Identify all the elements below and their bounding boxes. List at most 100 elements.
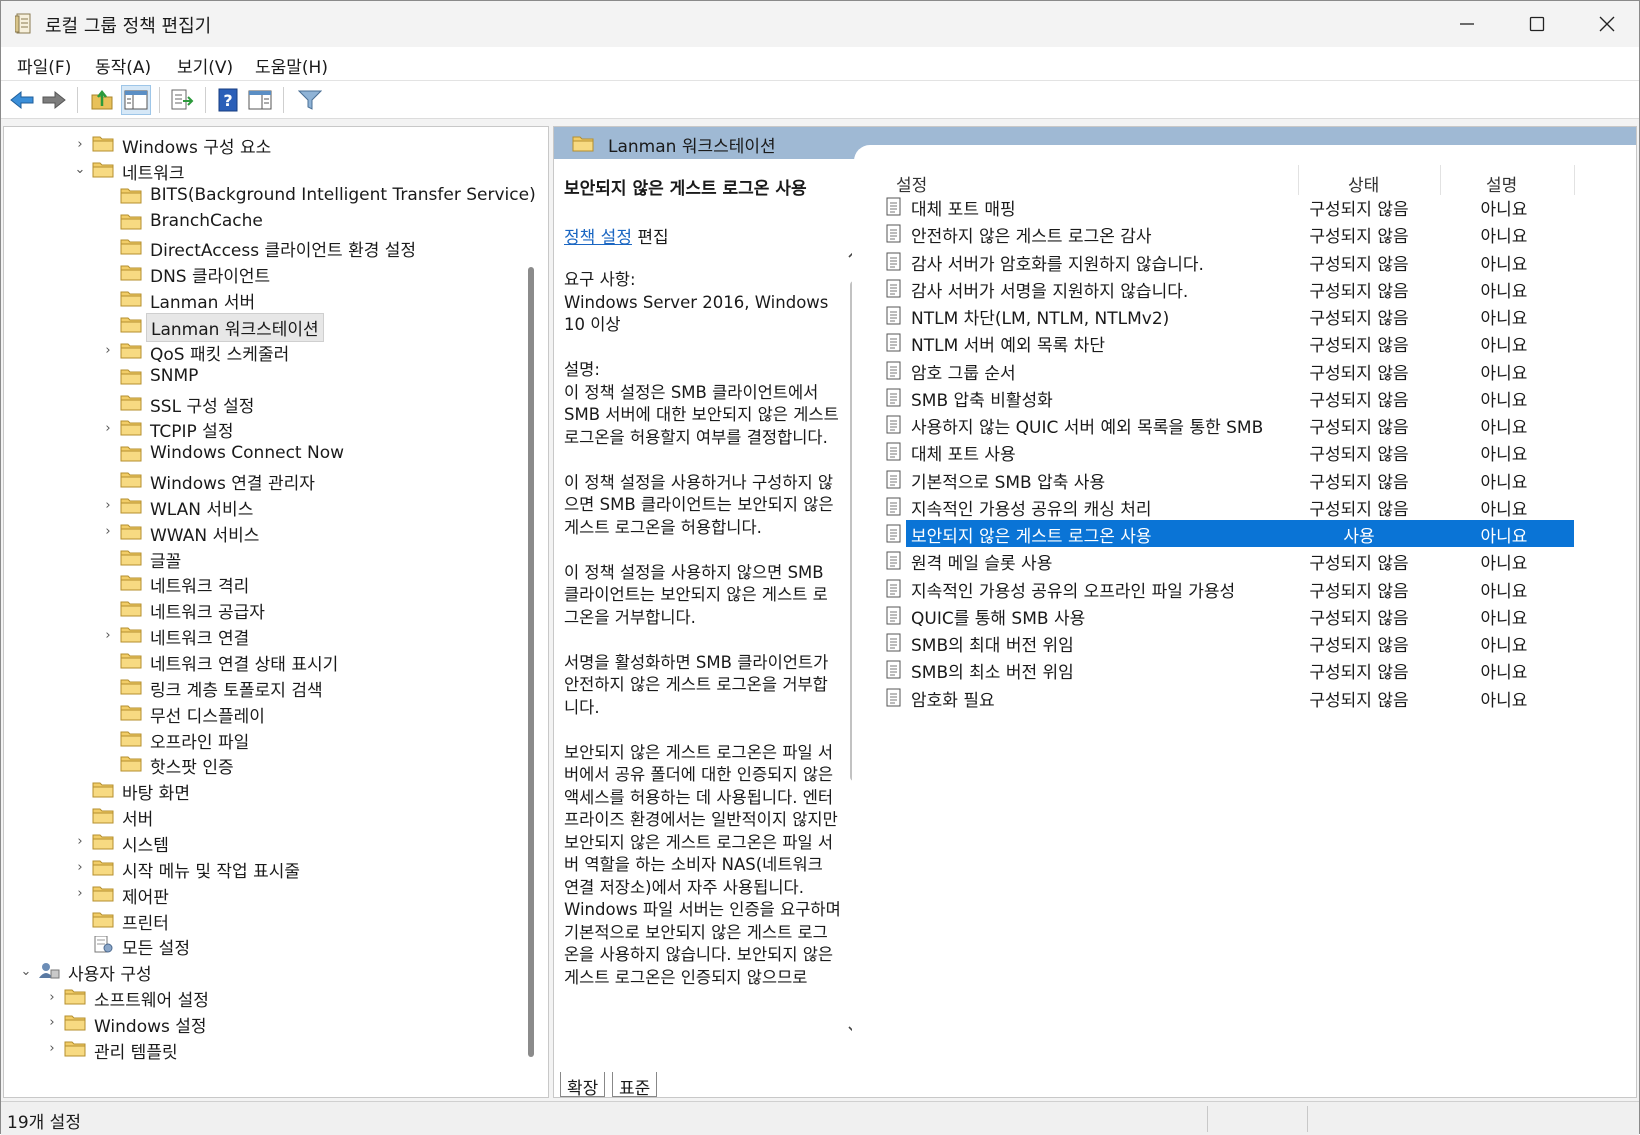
- settings-row[interactable]: 지속적인 가용성 공유의 오프라인 파일 가용성 구성되지 않음 아니요: [874, 575, 1574, 602]
- tree-item[interactable]: 바탕 화면: [4, 777, 524, 805]
- tab-extended[interactable]: 확장: [560, 1072, 606, 1097]
- tree-item[interactable]: Lanman 서버: [4, 286, 524, 314]
- minimize-button[interactable]: [1432, 1, 1502, 47]
- tree-item[interactable]: › 소프트웨어 설정: [4, 984, 524, 1012]
- export-list-button[interactable]: [167, 85, 197, 115]
- scroll-up-icon[interactable]: [846, 245, 852, 263]
- settings-row[interactable]: 암호화 필요 구성되지 않음 아니요: [874, 684, 1574, 711]
- tree-scrollbar[interactable]: [528, 267, 534, 1057]
- title-bar[interactable]: 로컬 그룹 정책 편집기: [1, 1, 1639, 47]
- tree-item[interactable]: › 제어판: [4, 881, 524, 909]
- tree-item-label[interactable]: 바탕 화면: [118, 778, 194, 805]
- expand-chevron-icon[interactable]: ›: [44, 989, 60, 1005]
- back-button[interactable]: [7, 85, 37, 115]
- tree-item-label[interactable]: Windows Connect Now: [146, 442, 348, 464]
- settings-row[interactable]: SMB의 최소 버전 위임 구성되지 않음 아니요: [874, 656, 1574, 683]
- tree-item-label[interactable]: 시스템: [118, 830, 173, 857]
- tree-item-label[interactable]: BranchCache: [146, 210, 267, 232]
- settings-row[interactable]: SMB의 최대 버전 위임 구성되지 않음 아니요: [874, 629, 1574, 656]
- settings-row[interactable]: 대체 포트 매핑 구성되지 않음 아니요: [874, 193, 1574, 220]
- tree-item[interactable]: › 관리 템플릿: [4, 1036, 524, 1064]
- up-folder-button[interactable]: [87, 85, 117, 115]
- show-tree-button[interactable]: [121, 85, 151, 115]
- tree-item-label[interactable]: SNMP: [146, 365, 202, 387]
- tree-item[interactable]: ⌄ 사용자 구성: [4, 958, 524, 985]
- tree-item[interactable]: 링크 계층 토폴로지 검색: [4, 674, 524, 701]
- tree-item[interactable]: › Windows 설정: [4, 1010, 524, 1038]
- tree-item[interactable]: 무선 디스플레이: [4, 700, 524, 728]
- description-scrollbar[interactable]: [844, 245, 852, 1059]
- tree-item-label[interactable]: 네트워크 연결: [146, 623, 253, 650]
- column-separator[interactable]: [1298, 165, 1299, 195]
- tree-item[interactable]: Lanman 워크스테이션: [4, 312, 524, 342]
- expand-chevron-icon[interactable]: ›: [100, 498, 116, 514]
- tree-item[interactable]: › 시스템: [4, 829, 524, 857]
- settings-row[interactable]: NTLM 차단(LM, NTLM, NTLMv2) 구성되지 않음 아니요: [874, 302, 1574, 329]
- settings-row[interactable]: 감사 서버가 서명을 지원하지 않습니다. 구성되지 않음 아니요: [874, 275, 1574, 302]
- properties-button[interactable]: [245, 85, 275, 115]
- tree-item-label[interactable]: 네트워크 연결 상태 표시기: [146, 649, 342, 676]
- tab-standard[interactable]: 표준: [612, 1072, 658, 1097]
- expand-chevron-icon[interactable]: ›: [100, 524, 116, 540]
- tree-item-label[interactable]: WWAN 서비스: [146, 520, 263, 547]
- expand-chevron-icon[interactable]: ›: [100, 420, 116, 436]
- tree-item[interactable]: 네트워크 연결 상태 표시기: [4, 648, 524, 676]
- tree-item-label[interactable]: Windows 구성 요소: [118, 132, 275, 159]
- tree-item[interactable]: DNS 클라이언트: [4, 260, 524, 288]
- tree-item[interactable]: › WLAN 서비스: [4, 493, 524, 521]
- tree-item[interactable]: 모든 설정: [4, 932, 524, 959]
- tree-item[interactable]: Windows 연결 관리자: [4, 467, 524, 495]
- settings-row[interactable]: SMB 압축 비활성화 구성되지 않음 아니요: [874, 384, 1574, 411]
- expand-chevron-icon[interactable]: ›: [72, 860, 88, 876]
- tree-item-label[interactable]: 네트워크: [118, 158, 189, 185]
- expand-chevron-icon[interactable]: ›: [44, 1015, 60, 1031]
- tree-item-label[interactable]: DNS 클라이언트: [146, 261, 274, 288]
- settings-row[interactable]: 원격 메일 슬롯 사용 구성되지 않음 아니요: [874, 547, 1574, 574]
- tree-item-label[interactable]: TCPIP 설정: [146, 416, 237, 443]
- tree-item[interactable]: › 네트워크 연결: [4, 622, 524, 650]
- tree-item[interactable]: › QoS 패킷 스케줄러: [4, 338, 524, 365]
- expand-chevron-icon[interactable]: ›: [100, 343, 116, 359]
- menu-file[interactable]: 파일(F): [17, 53, 71, 78]
- tree-item-label[interactable]: 제어판: [118, 882, 173, 909]
- column-separator[interactable]: [1440, 165, 1441, 195]
- tree-item-label[interactable]: WLAN 서비스: [146, 494, 257, 521]
- menu-help[interactable]: 도움말(H): [255, 53, 328, 78]
- tree-item[interactable]: Windows Connect Now: [4, 441, 524, 467]
- tree-item[interactable]: DirectAccess 클라이언트 환경 설정: [4, 234, 524, 261]
- tree-item[interactable]: › Windows 구성 요소: [4, 131, 524, 159]
- tree-item-label[interactable]: Windows 연결 관리자: [146, 468, 319, 495]
- settings-row[interactable]: QUIC를 통해 SMB 사용 구성되지 않음 아니요: [874, 602, 1574, 629]
- tree-item[interactable]: 글꼴: [4, 545, 524, 573]
- maximize-button[interactable]: [1502, 1, 1572, 47]
- tree-pane[interactable]: › Windows 구성 요소 ⌄ 네트워크 BITS(Background Intel…: [3, 126, 549, 1098]
- tree-item[interactable]: 네트워크 격리: [4, 570, 524, 598]
- tree-item-label[interactable]: 네트워크 격리: [146, 571, 253, 598]
- tree-item[interactable]: › TCPIP 설정: [4, 415, 524, 443]
- help-button[interactable]: ?: [213, 85, 243, 115]
- tree-item-label[interactable]: 핫스팟 인증: [146, 752, 238, 779]
- tree-item-label[interactable]: 관리 템플릿: [90, 1037, 182, 1064]
- expand-chevron-icon[interactable]: ›: [72, 834, 88, 850]
- settings-row[interactable]: 감사 서버가 암호화를 지원하지 않습니다. 구성되지 않음 아니요: [874, 248, 1574, 275]
- settings-row[interactable]: 지속적인 가용성 공유의 캐싱 처리 구성되지 않음 아니요: [874, 493, 1574, 520]
- tree-item-label[interactable]: 소프트웨어 설정: [90, 985, 213, 1012]
- filter-button[interactable]: [295, 85, 325, 115]
- tree-item-label[interactable]: 글꼴: [146, 546, 185, 573]
- tree-item[interactable]: SSL 구성 설정: [4, 390, 524, 417]
- tree-item[interactable]: 네트워크 공급자: [4, 596, 524, 623]
- tree-item-label[interactable]: 무선 디스플레이: [146, 701, 269, 728]
- tree-item[interactable]: 핫스팟 인증: [4, 751, 524, 779]
- settings-row[interactable]: 안전하지 않은 게스트 로그온 감사 구성되지 않음 아니요: [874, 220, 1574, 247]
- settings-row[interactable]: 암호 그룹 순서 구성되지 않음 아니요: [874, 357, 1574, 384]
- tree-item[interactable]: 프린터: [4, 907, 524, 934]
- tree-item-label[interactable]: Windows 설정: [90, 1011, 211, 1038]
- menu-action[interactable]: 동작(A): [95, 53, 151, 78]
- tree-item-label[interactable]: 시작 메뉴 및 작업 표시줄: [118, 856, 304, 883]
- tree-item-label[interactable]: Lanman 서버: [146, 287, 259, 314]
- settings-row[interactable]: NTLM 서버 예외 목록 차단 구성되지 않음 아니요: [874, 329, 1574, 356]
- settings-row[interactable]: 사용하지 않는 QUIC 서버 예외 목록을 통한 SMB 구성되지 않음 아니요: [874, 411, 1574, 438]
- close-button[interactable]: [1572, 1, 1640, 47]
- tree-item[interactable]: › WWAN 서비스: [4, 519, 524, 547]
- settings-row[interactable]: 대체 포트 사용 구성되지 않음 아니요: [874, 438, 1574, 465]
